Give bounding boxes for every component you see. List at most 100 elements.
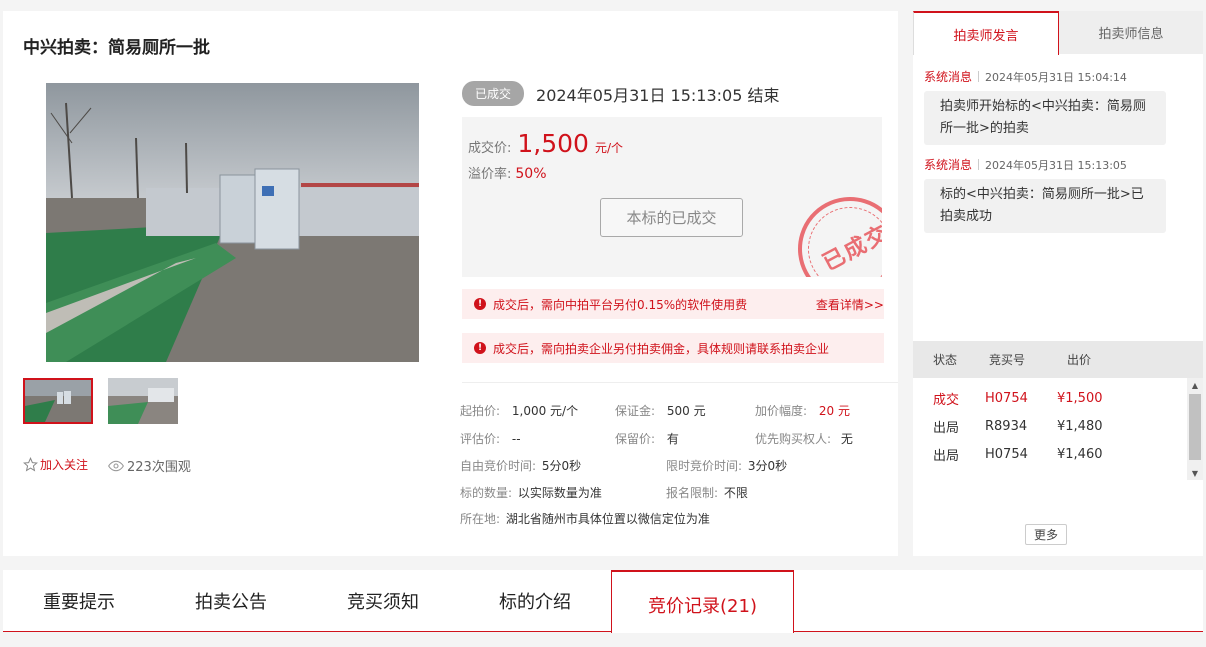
end-time: 2024年05月31日 15:13:05 结束 [536,85,780,105]
scroll-down-icon[interactable]: ▼ [1187,466,1203,480]
tab-auction-announcement[interactable]: 拍卖公告 [155,570,307,632]
free-bid-time-label: 自由竞价时间: [460,459,537,473]
header-status: 状态 [933,353,958,367]
follow-button[interactable]: 加入关注 [23,456,88,473]
bid-row: 成交 H0754 ¥1,500 [913,384,1187,412]
view-count: 223次围观 [108,456,191,475]
alert-icon: ! [474,298,486,310]
limit-bid-time: 限时竞价时间: 3分0秒 [666,457,787,474]
bid-row: 出局 R8934 ¥1,480 [913,412,1187,440]
divider [462,382,898,383]
premium-row: 溢价率: 50% [468,163,547,182]
auctioneer-tabs: 拍卖师发言 拍卖师信息 [913,11,1203,55]
deal-price-row: 成交价: 1,500 元/个 [468,129,623,158]
signup-limit: 报名限制: 不限 [666,484,748,501]
increment-label: 加价幅度: [755,404,808,418]
priority-label: 优先购买权人: [755,432,832,446]
quantity-label: 标的数量: [460,486,513,500]
bid-table-header: 状态 竞买号 出价 [913,341,1203,378]
deal-price-label: 成交价: [468,141,512,156]
reserve-label: 保留价: [615,432,656,446]
deal-price-value: 1,500 [517,129,589,158]
location: 所在地: 湖北省随州市具体位置以微信定位为准 [460,510,710,527]
location-label: 所在地: [460,512,501,526]
lot-title: 中兴拍卖：简易厕所一批 [23,38,210,58]
start-price: 起拍价: 1,000 元/个 [460,402,578,419]
more-bids-button[interactable]: 更多 [1025,524,1067,545]
lot-main-panel: 中兴拍卖：简易厕所一批 加入关注 223次围观 已成交 2024年05月31日 … [3,11,898,556]
bid-row: 出局 H0754 ¥1,460 [913,440,1187,468]
reserve: 保留价: 有 [615,430,679,447]
message-time: 2024年05月31日 15:04:14 [985,70,1127,84]
estimate: 评估价: -- [460,430,521,447]
quantity-value: 以实际数量为准 [517,486,602,500]
commission-notice: ! 成交后，需向拍卖企业另付拍卖佣金，具体规则请联系拍卖企业 [462,333,884,363]
tab-auctioneer-speech[interactable]: 拍卖师发言 [913,11,1059,55]
bid-price: ¥1,460 [1057,446,1103,462]
fee-notice: ! 成交后，需向中拍平台另付0.15%的软件使用费 查看详情>> [462,289,884,319]
deposit-label: 保证金: [615,404,656,418]
estimate-label: 评估价: [460,432,501,446]
sold-button[interactable]: 本标的已成交 [600,198,743,237]
auctioneer-panel: 拍卖师发言 拍卖师信息 系统消息 2024年05月31日 15:04:14 拍卖… [913,11,1203,556]
message-body: 拍卖师开始标的<中兴拍卖：简易厕所一批>的拍卖 [924,91,1166,145]
views-label: 223次围观 [127,460,191,475]
deposit-value: 500 元 [666,404,706,418]
bid-status: 出局 [933,448,960,464]
start-price-label: 起拍价: [460,404,501,418]
follow-label: 加入关注 [40,458,89,472]
price-box: 成交价: 1,500 元/个 溢价率: 50% 本标的已成交 已成交 [462,117,882,277]
deal-price-unit: 元/个 [594,141,624,155]
location-value: 湖北省随州市具体位置以微信定位为准 [505,512,710,526]
tab-auctioneer-info[interactable]: 拍卖师信息 [1059,11,1203,54]
reserve-value: 有 [666,432,679,446]
separator [978,71,980,82]
system-message: 系统消息 2024年05月31日 15:04:14 拍卖师开始标的<中兴拍卖：简… [924,68,1174,145]
limit-bid-time-value: 3分0秒 [747,459,788,473]
limit-bid-time-label: 限时竞价时间: [666,459,743,473]
free-bid-time: 自由竞价时间: 5分0秒 [460,457,581,474]
signup-limit-label: 报名限制: [666,486,719,500]
scroll-thumb[interactable] [1189,394,1201,460]
deposit: 保证金: 500 元 [615,402,706,419]
tab-lot-introduction[interactable]: 标的介绍 [459,570,611,632]
bid-number: H0754 [985,390,1028,406]
header-price: 出价 [1067,353,1092,367]
start-price-value: 1,000 元/个 [511,404,579,418]
priority-value: 无 [840,432,853,446]
view-details-link[interactable]: 查看详情>> [816,296,884,313]
thumbnail-2[interactable] [108,378,178,424]
increment: 加价幅度: 20 元 [755,402,850,419]
bid-status: 出局 [933,420,960,436]
bid-price: ¥1,500 [1057,390,1103,406]
header-bidder-number: 竞买号 [989,353,1026,367]
premium-value: 50% [515,166,547,182]
scroll-up-icon[interactable]: ▲ [1187,378,1203,392]
bid-list-scrollbar[interactable]: ▲ ▼ [1187,378,1203,480]
status-badge: 已成交 [462,81,525,106]
premium-label: 溢价率: [468,167,512,182]
message-time: 2024年05月31日 15:13:05 [985,158,1127,172]
fee-notice-text: 成交后，需向中拍平台另付0.15%的软件使用费 [493,297,748,312]
bid-number: R8934 [985,418,1028,434]
auction-status: 已成交 2024年05月31日 15:13:05 结束 [462,81,780,106]
tab-important-notes[interactable]: 重要提示 [3,570,155,632]
priority: 优先购买权人: 无 [755,430,853,447]
bid-number: H0754 [985,446,1028,462]
commission-notice-text: 成交后，需向拍卖企业另付拍卖佣金，具体规则请联系拍卖企业 [493,341,830,356]
thumbnail-1[interactable] [23,378,93,424]
message-body: 标的<中兴拍卖：简易厕所一批>已拍卖成功 [924,179,1166,233]
system-message: 系统消息 2024年05月31日 15:13:05 标的<中兴拍卖：简易厕所一批… [924,156,1174,233]
bid-status: 成交 [933,392,960,408]
tab-bidding-notice[interactable]: 竞买须知 [307,570,459,632]
bid-price: ¥1,480 [1057,418,1103,434]
estimate-value: -- [511,432,521,446]
stamp-text: 已成交 [818,220,882,277]
tab-bid-records[interactable]: 竞价记录(21) [611,570,794,633]
eye-icon [108,460,124,471]
alert-icon: ! [474,342,486,354]
quantity: 标的数量: 以实际数量为准 [460,484,602,501]
lot-main-photo[interactable] [46,83,419,362]
message-source: 系统消息 [924,70,973,84]
increment-value: 20 元 [818,404,850,418]
